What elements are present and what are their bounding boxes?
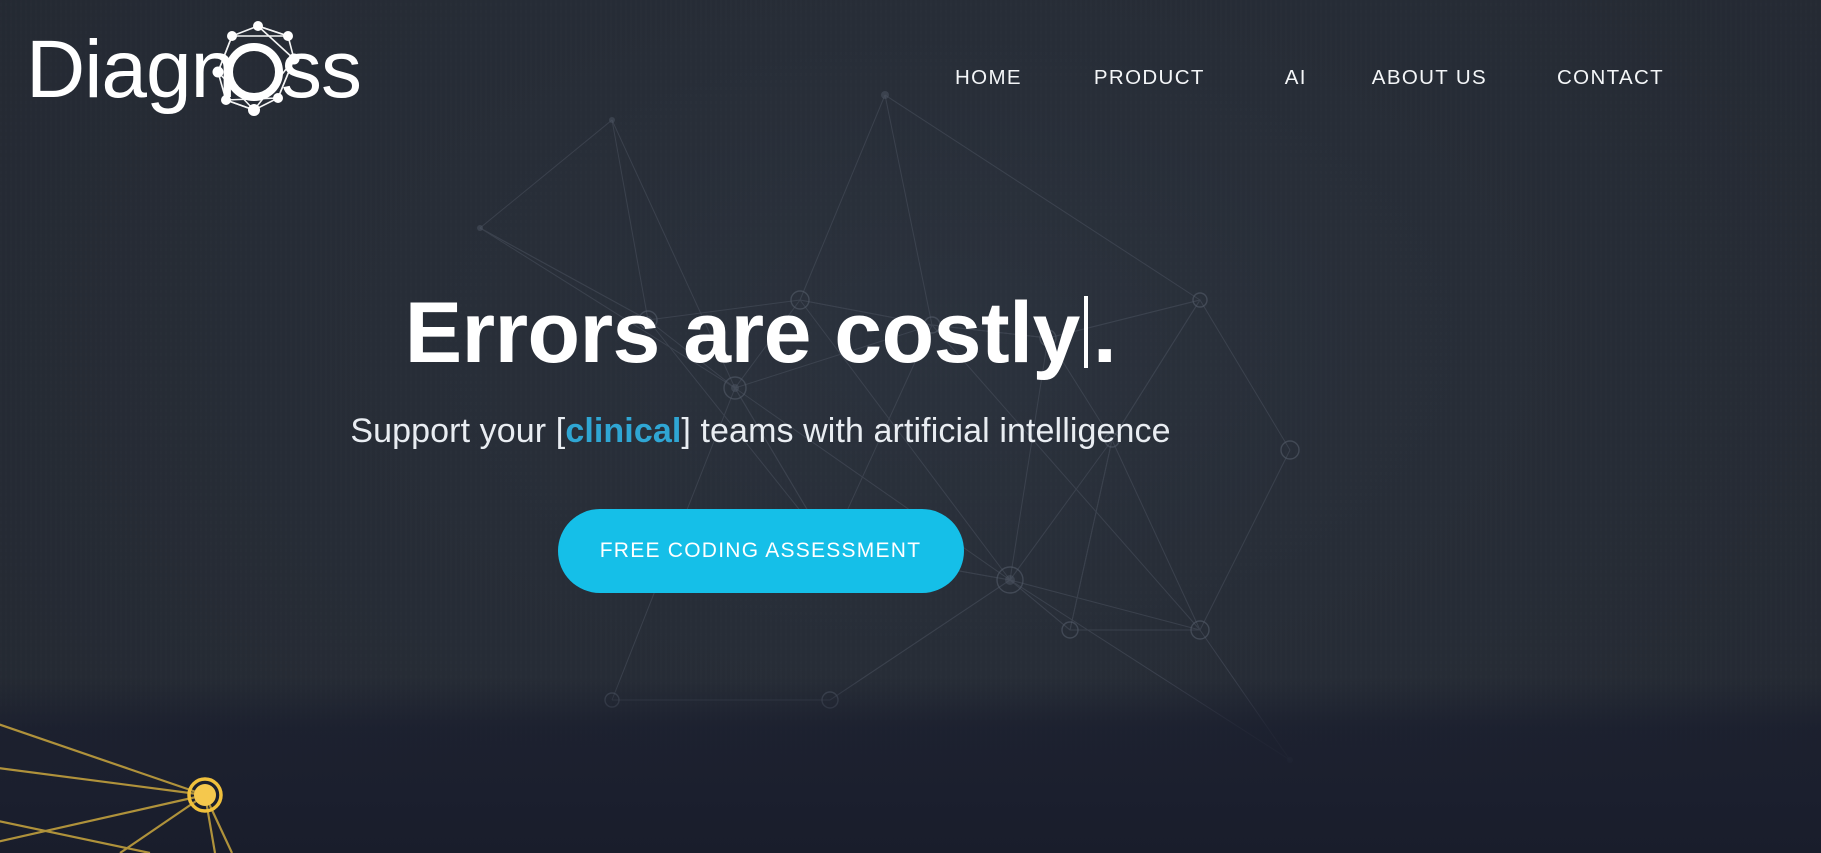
nav-item-product[interactable]: PRODUCT (1094, 60, 1205, 96)
nav-item-ai[interactable]: AI (1285, 60, 1307, 96)
page-root: Diagn ss HOME PRODUCT AI ABOUT US CONTAC… (0, 0, 1821, 853)
nav-item-about-us[interactable]: ABOUT US (1372, 60, 1487, 96)
hero-headline: Errors are costly . (404, 285, 1117, 382)
typing-caret-icon (1083, 296, 1088, 369)
nav-item-home[interactable]: HOME (955, 60, 1022, 96)
subhead-highlight: clinical (565, 411, 682, 450)
hero-subheadline: Support your [clinical] teams with artif… (350, 412, 1170, 451)
subhead-suffix: ] teams with artificial intelligence (681, 411, 1171, 450)
brand-logo[interactable]: Diagn ss (26, 14, 406, 129)
subhead-prefix: Support your [ (350, 411, 566, 450)
headline-period: . (1092, 285, 1117, 382)
svg-text:Diagn: Diagn (26, 24, 235, 115)
headline-typed-text: Errors are costly (404, 285, 1081, 382)
nav-item-contact[interactable]: CONTACT (1557, 60, 1664, 96)
site-header: Diagn ss HOME PRODUCT AI ABOUT US CONTAC… (0, 0, 1821, 150)
svg-text:ss: ss (281, 24, 361, 115)
free-coding-assessment-button[interactable]: FREE CODING ASSESSMENT (557, 508, 964, 593)
main-navigation: HOME PRODUCT AI ABOUT US CONTACT (955, 60, 1664, 96)
